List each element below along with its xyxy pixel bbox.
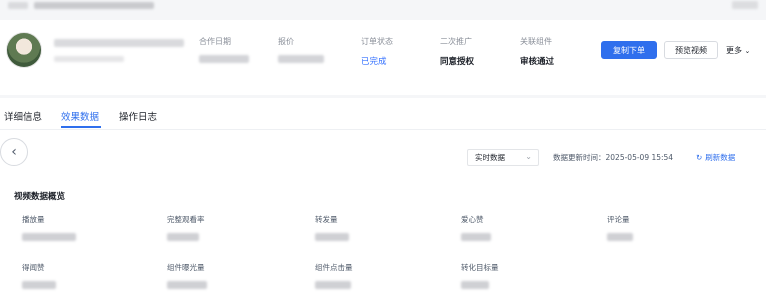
order-status-value: 已完成 <box>361 57 387 67</box>
metric-label: 爱心赞 <box>461 215 484 224</box>
tab-details[interactable]: 详细信息 <box>4 109 42 123</box>
blurred-metric-value <box>607 233 633 241</box>
data-type-select[interactable]: 实时数据 ⌄ <box>467 149 539 166</box>
data-update-time: 数据更新时间：2025-05-09 15:54 <box>553 153 674 162</box>
refresh-icon: ↻ <box>696 153 703 162</box>
secondary-promotion: 二次推广 同意授权 <box>440 36 474 67</box>
section-title: 视频数据概览 <box>14 192 66 202</box>
blurred-metric-value <box>461 281 489 289</box>
blurred-metric-value <box>315 281 351 289</box>
secondary-promotion-label: 二次推广 <box>440 37 472 46</box>
metric-component-impressions: 组件曝光量 <box>167 262 287 289</box>
price-label: 报价 <box>278 37 294 46</box>
blurred-creator-name <box>54 39 184 47</box>
tab-performance[interactable]: 效果数据 <box>61 109 99 123</box>
metric-component-clicks: 组件点击量 <box>315 262 435 289</box>
linked-component: 关联组件 审核通过 <box>520 36 554 67</box>
blurred-breadcrumb <box>34 2 154 9</box>
metric-label: 组件曝光量 <box>167 263 205 272</box>
content-panel: 详细信息 效果数据 操作日志 ‹ 实时数据 ⌄ 数据更新时间：2025-05-0… <box>0 98 766 300</box>
metric-label: 转化目标量 <box>461 263 499 272</box>
blurred-metric-value <box>167 281 207 289</box>
metric-likes: 爱心赞 <box>461 214 581 241</box>
metric-conversion-target: 转化目标量 <box>461 262 581 289</box>
blurred-price <box>278 55 324 63</box>
chevron-left-icon: ‹ <box>11 144 17 160</box>
metric-label: 播放量 <box>22 215 45 224</box>
metric-comments: 评论量 <box>607 214 727 241</box>
blurred-metric-value <box>461 233 491 241</box>
chevron-down-icon: ⌄ <box>744 47 751 55</box>
blurred-metric-value <box>22 233 76 241</box>
secondary-promotion-value: 同意授权 <box>440 57 475 67</box>
cooperation-date: 合作日期 <box>199 36 249 63</box>
metric-shares: 转发量 <box>315 214 435 241</box>
tab-bar: 详细信息 效果数据 操作日志 <box>0 98 766 130</box>
blurred-metric-value <box>167 233 199 241</box>
active-tab-indicator <box>61 126 101 128</box>
preview-video-button[interactable]: 预览视频 <box>664 41 718 59</box>
metric-label: 转发量 <box>315 215 338 224</box>
metric-de-wen-zan: 得闻赞 <box>22 262 142 289</box>
back-button[interactable]: ‹ <box>0 138 28 166</box>
metric-label: 得闻赞 <box>22 263 45 272</box>
linked-component-value: 审核通过 <box>520 57 555 67</box>
metric-label: 评论量 <box>607 215 630 224</box>
refresh-data-link[interactable]: ↻ 刷新数据 <box>696 152 735 163</box>
data-type-select-value: 实时数据 <box>475 153 505 162</box>
tab-operation-log[interactable]: 操作日志 <box>119 109 157 123</box>
chevron-down-icon: ⌄ <box>525 152 532 161</box>
price: 报价 <box>278 36 324 63</box>
metric-label: 组件点击量 <box>315 263 353 272</box>
metric-label: 完整观看率 <box>167 215 205 224</box>
blurred-top-right <box>732 1 758 9</box>
blurred-metric-value <box>315 233 349 241</box>
linked-component-label: 关联组件 <box>520 37 552 46</box>
blurred-creator-subtitle <box>54 56 124 62</box>
refresh-data-label: 刷新数据 <box>705 153 736 162</box>
metric-completion-rate: 完整观看率 <box>167 214 287 241</box>
blurred-metric-value <box>22 281 56 289</box>
more-label: 更多 <box>726 46 742 55</box>
order-status: 订单状态 已完成 <box>361 36 393 67</box>
more-menu[interactable]: 更多 ⌄ <box>726 45 750 56</box>
blurred-cooperation-date <box>199 55 249 63</box>
place-order-button[interactable]: 复制下单 <box>601 41 657 59</box>
order-status-label: 订单状态 <box>361 37 393 46</box>
top-bar <box>0 0 766 20</box>
avatar <box>6 32 42 68</box>
metric-plays: 播放量 <box>22 214 142 241</box>
blurred-logo <box>8 2 28 9</box>
cooperation-date-label: 合作日期 <box>199 37 231 46</box>
